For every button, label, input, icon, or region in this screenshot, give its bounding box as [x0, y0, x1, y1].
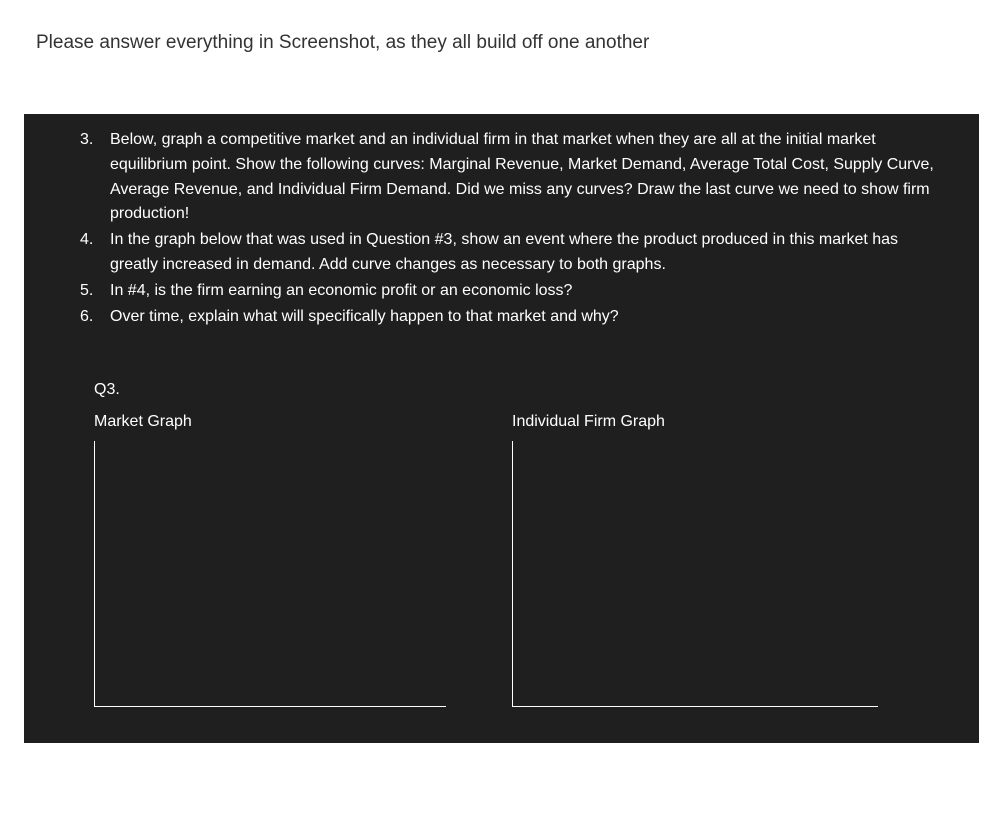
- question-number: 3.: [80, 128, 110, 227]
- question-list: 3. Below, graph a competitive market and…: [80, 128, 943, 329]
- question-6: 6. Over time, explain what will specific…: [80, 305, 943, 330]
- market-graph-title: Market Graph: [94, 413, 446, 431]
- page-instruction: Please answer everything in Screenshot, …: [0, 0, 1003, 74]
- question-text: In the graph below that was used in Ques…: [110, 228, 943, 278]
- section-label-q3: Q3.: [94, 381, 943, 399]
- firm-graph-column: Individual Firm Graph: [512, 413, 878, 707]
- question-text: Below, graph a competitive market and an…: [110, 128, 943, 227]
- question-number: 5.: [80, 279, 110, 304]
- question-3: 3. Below, graph a competitive market and…: [80, 128, 943, 227]
- question-4: 4. In the graph below that was used in Q…: [80, 228, 943, 278]
- market-graph-column: Market Graph: [94, 413, 446, 707]
- question-text: Over time, explain what will specificall…: [110, 305, 943, 330]
- market-graph-axes: [94, 441, 446, 707]
- question-text: In #4, is the firm earning an economic p…: [110, 279, 943, 304]
- firm-graph-title: Individual Firm Graph: [512, 413, 878, 431]
- question-number: 4.: [80, 228, 110, 278]
- firm-graph-axes: [512, 441, 878, 707]
- screenshot-panel: 3. Below, graph a competitive market and…: [24, 114, 979, 743]
- graphs-row: Market Graph Individual Firm Graph: [94, 413, 943, 707]
- question-5: 5. In #4, is the firm earning an economi…: [80, 279, 943, 304]
- question-number: 6.: [80, 305, 110, 330]
